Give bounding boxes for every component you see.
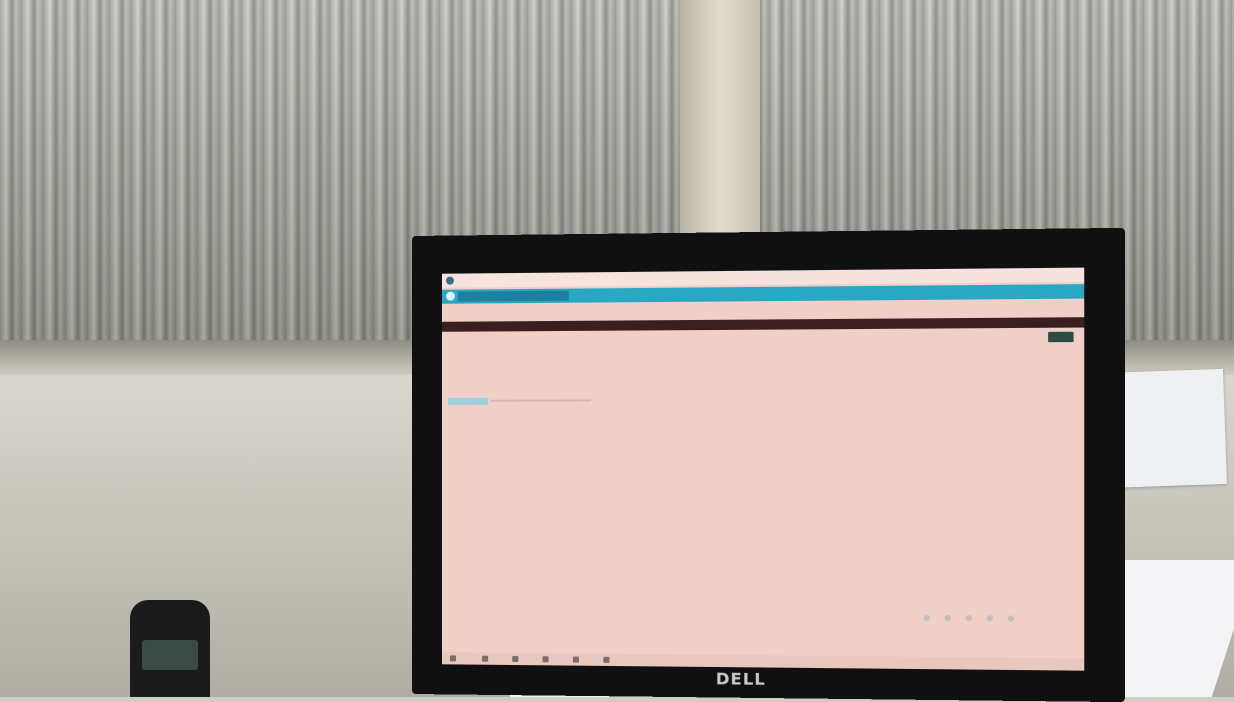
table-row[interactable] xyxy=(490,399,591,401)
taskbar-app-icon[interactable] xyxy=(482,656,488,662)
taskbar-app-icon[interactable] xyxy=(603,657,609,663)
taskbar-app-icon[interactable] xyxy=(573,657,579,663)
tab-bar xyxy=(442,284,1084,304)
table-row-selected[interactable] xyxy=(448,398,488,405)
monitor-button[interactable] xyxy=(924,615,930,621)
home-icon[interactable] xyxy=(446,292,455,301)
power-button[interactable] xyxy=(1008,615,1014,621)
monitor-button[interactable] xyxy=(987,615,993,621)
tab-active[interactable] xyxy=(458,291,569,302)
wall-pillar xyxy=(680,0,760,250)
monitor-screen xyxy=(442,268,1084,671)
desk-phone-display xyxy=(142,640,198,670)
table-header xyxy=(452,382,1029,394)
action-button[interactable] xyxy=(1048,332,1074,342)
section-header-strip xyxy=(442,317,1084,332)
taskbar-app-icon[interactable] xyxy=(543,656,549,662)
start-icon[interactable] xyxy=(450,655,456,661)
monitor-brand-logo: DELL xyxy=(716,669,766,689)
filter-row xyxy=(454,365,526,371)
monitor: DELL xyxy=(412,228,1125,702)
monitor-button[interactable] xyxy=(945,615,951,621)
taskbar-app-icon[interactable] xyxy=(512,656,518,662)
app-icon xyxy=(446,277,454,285)
taskbar xyxy=(442,652,1084,670)
monitor-button[interactable] xyxy=(966,615,972,621)
